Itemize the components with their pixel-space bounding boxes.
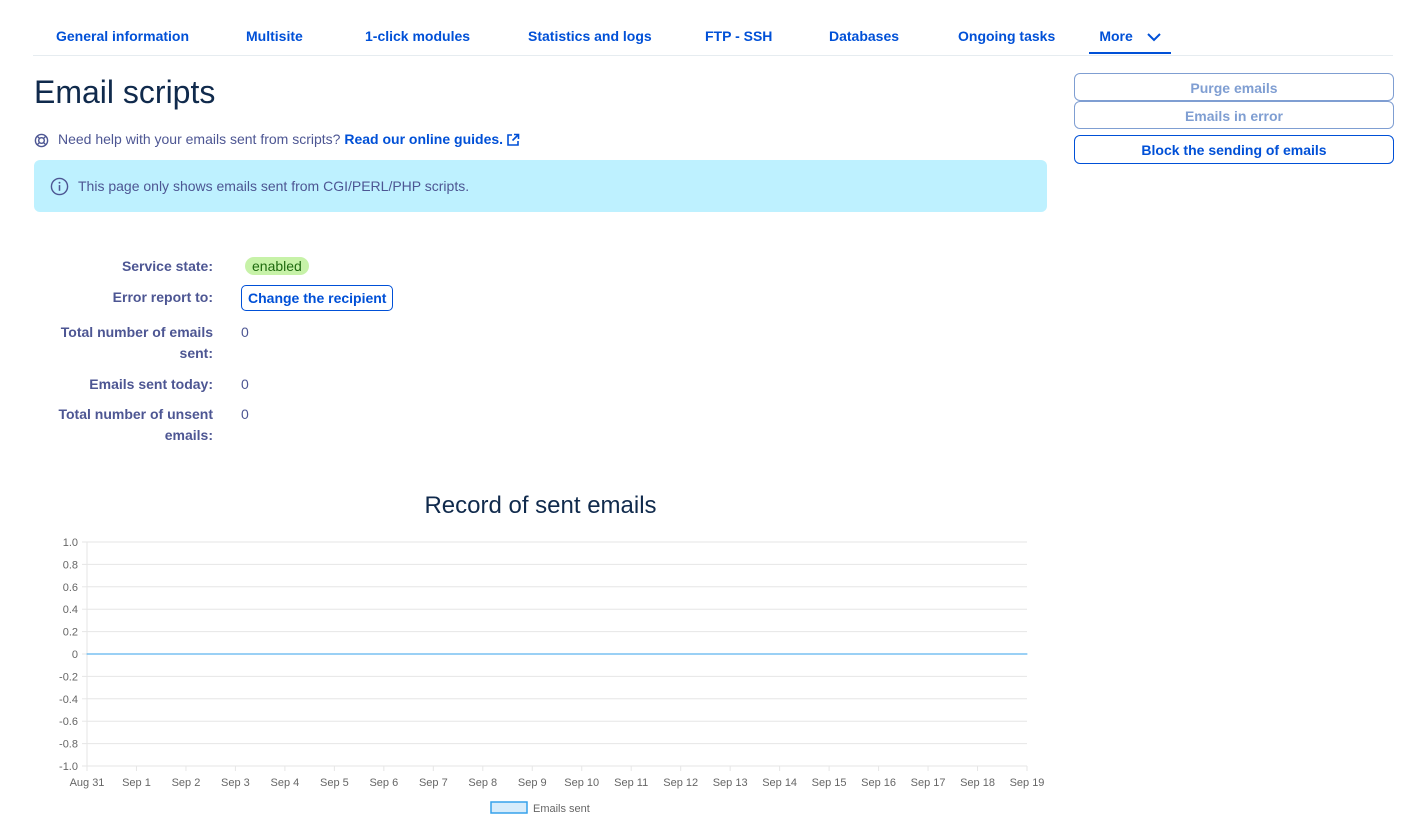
y-tick-label: 0.6 xyxy=(63,582,78,594)
tab-multisite[interactable]: Multisite xyxy=(246,18,303,54)
total-unsent-label-line2: emails: xyxy=(164,427,213,443)
change-recipient-button[interactable]: Change the recipient xyxy=(241,285,394,311)
sent-today-value: 0 xyxy=(241,376,249,392)
x-tick-label: Sep 13 xyxy=(713,777,748,789)
chevron-down-icon xyxy=(1146,33,1161,42)
block-sending-button[interactable]: Block the sending of emails xyxy=(1074,135,1394,164)
x-tick-label: Sep 5 xyxy=(320,777,349,789)
purge-emails-button[interactable]: Purge emails xyxy=(1074,73,1394,101)
x-tick-label: Sep 10 xyxy=(564,777,599,789)
tab-more-label: More xyxy=(1099,28,1133,44)
x-tick-label: Sep 16 xyxy=(861,777,896,789)
x-tick-label: Sep 17 xyxy=(911,777,946,789)
total-sent-label: Total number of emails sent: xyxy=(40,322,213,364)
tab-ftp-ssh[interactable]: FTP - SSH xyxy=(705,18,772,54)
x-tick-label: Sep 11 xyxy=(614,777,648,789)
online-guides-link-label: Read our online guides. xyxy=(344,131,504,147)
total-unsent-value: 0 xyxy=(241,406,249,422)
data-point xyxy=(1026,653,1028,655)
data-point xyxy=(482,653,484,655)
tab-more[interactable]: More xyxy=(1089,18,1171,54)
y-tick-label: 1.0 xyxy=(63,537,78,549)
x-tick-label: Sep 3 xyxy=(221,777,250,789)
data-point xyxy=(977,653,979,655)
data-point xyxy=(531,653,533,655)
online-guides-link[interactable]: Read our online guides. xyxy=(344,131,503,147)
legend-swatch xyxy=(490,801,528,814)
y-tick-label: -1.0 xyxy=(59,761,78,773)
info-banner: This page only shows emails sent from CG… xyxy=(34,160,1047,212)
service-state-value-wrap: enabled xyxy=(241,256,309,277)
total-unsent-label: Total number of unsent emails: xyxy=(40,404,213,446)
sent-emails-chart: 1.0 0.8 0.6 0.4 0.2 0 -0.2 -0.4 -0.6 -0.8 -1.0 Aug … xyxy=(59,537,1045,815)
x-tick-label: Sep 12 xyxy=(663,777,698,789)
x-tick-label: Sep 4 xyxy=(271,777,300,789)
info-icon xyxy=(50,177,69,196)
y-tick-label: 0.8 xyxy=(63,559,78,571)
x-tick-label: Sep 7 xyxy=(419,777,448,789)
x-tick-label: Sep 1 xyxy=(122,777,151,789)
external-link-icon[interactable] xyxy=(506,133,520,147)
x-tick-label: Sep 6 xyxy=(369,777,398,789)
data-point xyxy=(333,653,335,655)
data-point xyxy=(135,653,137,655)
x-tick-label: Sep 14 xyxy=(762,777,797,789)
x-tick-label: Sep 18 xyxy=(960,777,995,789)
lifebuoy-icon xyxy=(34,133,49,148)
service-state-label: Service state: xyxy=(121,258,213,274)
data-point xyxy=(828,653,830,655)
tab-ongoing-tasks[interactable]: Ongoing tasks xyxy=(958,18,1055,54)
info-text: This page only shows emails sent from CG… xyxy=(78,178,470,194)
y-tick-label: 0 xyxy=(72,649,78,661)
y-tick-label: -0.6 xyxy=(59,716,78,728)
chart-title: Record of sent emails xyxy=(424,492,657,519)
x-tick-label: Sep 9 xyxy=(518,777,547,789)
x-tick-label: Sep 15 xyxy=(812,777,847,789)
total-sent-label-line1: Total number of emails xyxy=(60,324,213,340)
sent-today-label: Emails sent today: xyxy=(89,376,213,392)
data-point xyxy=(432,653,434,655)
data-point xyxy=(383,653,385,655)
status-badge: enabled xyxy=(245,257,309,275)
error-report-value: Change the recipient xyxy=(241,285,394,311)
data-point xyxy=(927,653,929,655)
tab-statistics-and-logs[interactable]: Statistics and logs xyxy=(528,18,652,54)
data-point xyxy=(234,653,236,655)
help-line: Need help with your emails sent from scr… xyxy=(34,131,520,148)
total-sent-value: 0 xyxy=(241,324,249,340)
tab-1-click-modules[interactable]: 1-click modules xyxy=(365,18,470,54)
data-point xyxy=(630,653,632,655)
y-tick-label: 0.2 xyxy=(63,627,78,639)
data-point xyxy=(284,653,286,655)
emails-in-error-button[interactable]: Emails in error xyxy=(1074,101,1394,129)
data-point xyxy=(729,653,731,655)
data-point xyxy=(581,653,583,655)
legend-label: Emails sent xyxy=(533,803,590,815)
y-tick-label: 0.4 xyxy=(63,604,78,616)
error-report-label: Error report to: xyxy=(112,289,213,305)
page-title: Email scripts xyxy=(34,74,216,110)
x-tick-label: Sep 8 xyxy=(468,777,497,789)
data-point xyxy=(680,653,682,655)
y-tick-label: -0.8 xyxy=(59,739,78,751)
actions-panel: Purge emails Emails in error Block the s… xyxy=(1074,73,1394,164)
data-point xyxy=(878,653,880,655)
total-unsent-label-line1: Total number of unsent xyxy=(58,406,213,422)
x-tick-label: Aug 31 xyxy=(70,777,105,789)
help-text: Need help with your emails sent from scr… xyxy=(58,131,341,147)
data-point xyxy=(185,653,187,655)
x-tick-label: Sep 2 xyxy=(172,777,201,789)
y-tick-label: -0.2 xyxy=(59,671,78,683)
x-tick-label: Sep 19 xyxy=(1010,777,1045,789)
y-tick-label: -0.4 xyxy=(59,694,78,706)
total-sent-label-line2: sent: xyxy=(179,345,213,361)
tab-general-information[interactable]: General information xyxy=(56,18,189,54)
navigation-tabs: General information Multisite 1-click mo… xyxy=(33,18,1393,56)
data-point xyxy=(779,653,781,655)
data-point xyxy=(86,653,88,655)
tab-databases[interactable]: Databases xyxy=(829,18,899,54)
